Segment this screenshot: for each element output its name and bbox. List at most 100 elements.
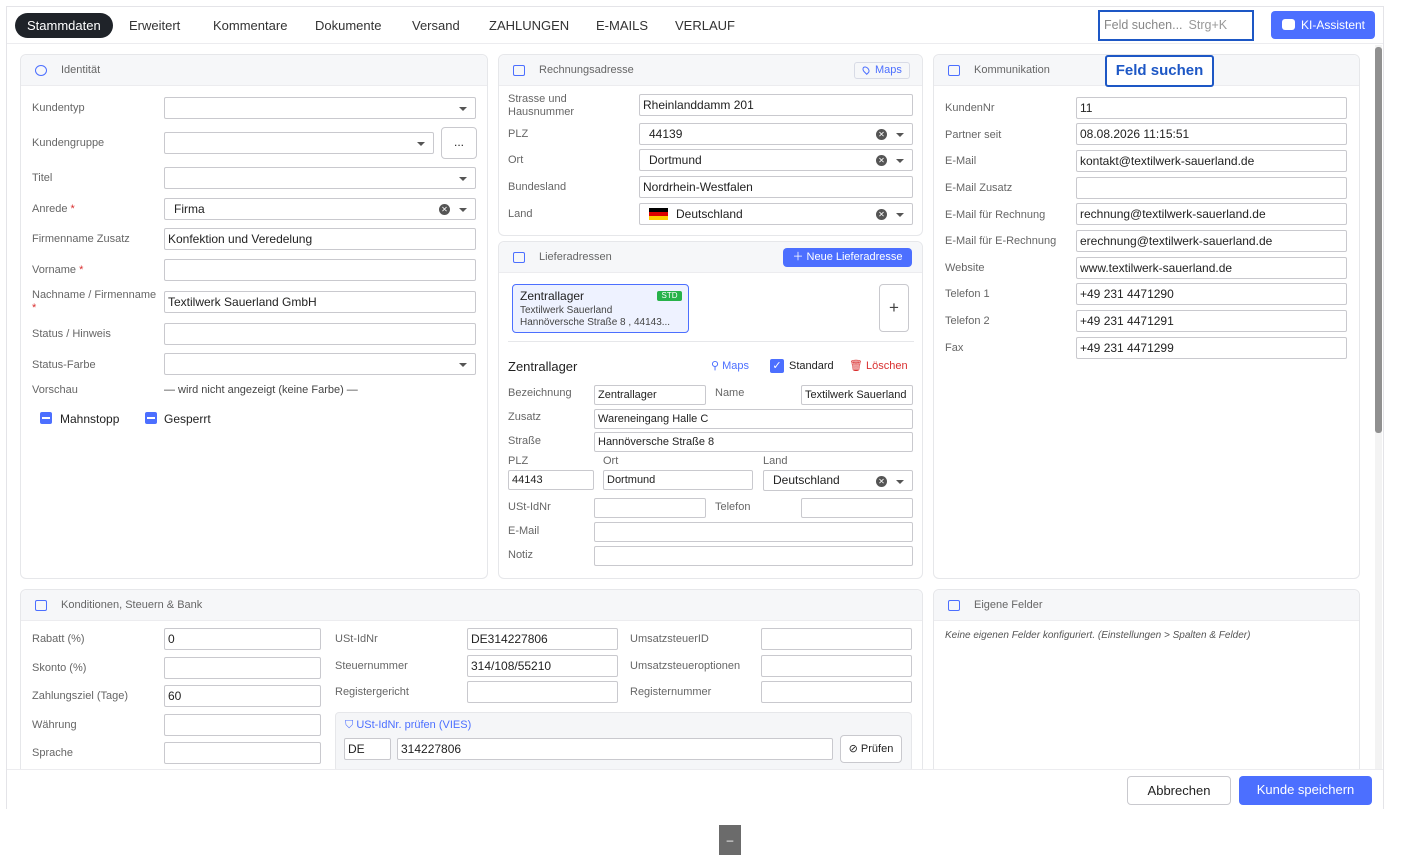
tab-versand[interactable]: Versand: [400, 13, 472, 38]
status-farbe-select[interactable]: [164, 353, 476, 375]
chevron-down-icon: [896, 159, 904, 163]
mail-icon: [948, 65, 960, 76]
status-hinweis-label: Status / Hinweis: [32, 328, 111, 340]
kundentyp-label: Kundentyp: [32, 102, 85, 114]
sprache-input[interactable]: [164, 742, 321, 764]
telefon1-input[interactable]: +49 231 4471290: [1076, 283, 1347, 305]
vies-title-text: USt-IdNr. prüfen (VIES): [356, 719, 472, 731]
clear-icon[interactable]: ✕: [876, 209, 887, 220]
firmenname-zusatz-input[interactable]: Konfektion und Veredelung: [164, 228, 476, 250]
zusatz-input[interactable]: Wareneingang Halle C: [594, 409, 913, 429]
minimized-handle[interactable]: –: [719, 825, 741, 855]
vies-check-button[interactable]: ⊘ Prüfen: [840, 735, 902, 763]
waehrung-input[interactable]: [164, 714, 321, 736]
billing-strasse-input[interactable]: Rheinlanddamm 201: [639, 94, 913, 116]
delivery-strasse-input[interactable]: Hannöversche Straße 8: [594, 432, 913, 452]
scrollbar[interactable]: [1375, 45, 1382, 770]
bundesland-input[interactable]: Nordrhein-Westfalen: [639, 176, 913, 198]
tab-erweitert[interactable]: Erweitert: [117, 13, 192, 38]
name-label: Name: [715, 387, 745, 399]
delivery-maps-link[interactable]: ⚲ Maps: [711, 359, 749, 372]
delivery-notiz-input[interactable]: [594, 546, 913, 566]
billing-plz-label: PLZ: [508, 128, 529, 140]
umsatzsteueroptionen-input[interactable]: [761, 655, 912, 677]
tab-kommentare[interactable]: Kommentare: [201, 13, 299, 38]
strasse-label: Straße: [508, 435, 542, 447]
clear-icon[interactable]: ✕: [876, 155, 887, 166]
telefon2-input[interactable]: +49 231 4471291: [1076, 310, 1347, 332]
vies-number-input[interactable]: 314227806: [397, 738, 833, 760]
telefon1-label: Telefon 1: [945, 288, 990, 300]
cancel-button[interactable]: Abbrechen: [1127, 776, 1231, 805]
save-customer-button[interactable]: Kunde speichern: [1239, 776, 1372, 805]
umsatzsteuerid-input[interactable]: [761, 628, 912, 650]
clear-icon[interactable]: ✕: [876, 476, 887, 487]
titel-label: Titel: [32, 172, 53, 184]
kundengruppe-more-button[interactable]: ...: [441, 127, 477, 159]
new-delivery-address-button[interactable]: ＋ Neue Lieferadresse: [783, 248, 912, 267]
anrede-select[interactable]: Firma ✕: [164, 198, 476, 220]
tab-verlauf[interactable]: VERLAUF: [663, 13, 747, 38]
zahlungsziel-label: Zahlungsziel (Tage): [32, 690, 128, 702]
anrede-label: Anrede *: [32, 203, 75, 216]
delivery-email-input[interactable]: [594, 522, 913, 542]
email-zusatz-input[interactable]: [1076, 177, 1347, 199]
partner-seit-input[interactable]: 08.08.2026 11:15:51: [1076, 123, 1347, 145]
kundennr-input[interactable]: 11: [1076, 97, 1347, 119]
field-search-input[interactable]: Feld suchen... Strg+K: [1098, 10, 1254, 41]
registergericht-input[interactable]: [467, 681, 618, 703]
titel-select[interactable]: [164, 167, 476, 189]
zahlungsziel-input[interactable]: 60: [164, 685, 321, 707]
bezeichnung-input[interactable]: Zentrallager: [594, 385, 706, 405]
nachname-input[interactable]: Textilwerk Sauerland GmbH: [164, 291, 476, 313]
delivery-land-label: Land: [763, 455, 788, 467]
chevron-down-icon: [459, 363, 467, 367]
kundentyp-select[interactable]: [164, 97, 476, 119]
skonto-input[interactable]: [164, 657, 321, 679]
ki-assistant-label: KI-Assistent: [1301, 18, 1366, 32]
ust-input[interactable]: DE314227806: [467, 628, 618, 650]
tab-zahlungen[interactable]: ZAHLUNGEN: [477, 13, 581, 38]
clear-icon[interactable]: ✕: [439, 204, 450, 215]
status-hinweis-input[interactable]: [164, 323, 476, 345]
add-delivery-address-button[interactable]: +: [879, 284, 909, 332]
email-rechnung-input[interactable]: rechnung@textilwerk-sauerland.de: [1076, 203, 1347, 225]
billing-land-select[interactable]: Deutschland ✕: [639, 203, 913, 225]
delivery-land-select[interactable]: Deutschland ✕: [763, 470, 913, 491]
delivery-address-card[interactable]: Zentrallager STD Textilwerk Sauerland Ha…: [512, 284, 689, 333]
registernummer-input[interactable]: [761, 681, 912, 703]
tab-dokumente[interactable]: Dokumente: [303, 13, 393, 38]
shield-icon: ⛉: [345, 719, 357, 731]
delivery-ort-input[interactable]: Dortmund: [603, 470, 753, 490]
clear-icon[interactable]: ✕: [876, 129, 887, 140]
required-mark: *: [79, 264, 84, 276]
card-line1: Textilwerk Sauerland: [520, 305, 613, 316]
delete-delivery-link[interactable]: 🗑 Löschen: [849, 359, 908, 372]
standard-checkbox[interactable]: ✓: [770, 359, 784, 373]
mahnstopp-checkbox[interactable]: [40, 412, 52, 424]
email-erechnung-input[interactable]: erechnung@textilwerk-sauerland.de: [1076, 230, 1347, 252]
delivery-plz-input[interactable]: 44143: [508, 470, 594, 490]
tab-emails[interactable]: E-MAILS: [584, 13, 660, 38]
chevron-down-icon: [417, 142, 425, 146]
fax-input[interactable]: +49 231 4471299: [1076, 337, 1347, 359]
name-input[interactable]: Textilwerk Sauerland: [801, 385, 913, 405]
ki-assistant-button[interactable]: KI-Assistent: [1271, 11, 1375, 39]
billing-maps-button[interactable]: Maps: [854, 62, 910, 79]
website-input[interactable]: www.textilwerk-sauerland.de: [1076, 257, 1347, 279]
billing-plz-select[interactable]: 44139 ✕: [639, 123, 913, 145]
kundengruppe-select[interactable]: [164, 132, 434, 154]
vorname-input[interactable]: [164, 259, 476, 281]
website-label: Website: [945, 262, 985, 274]
scrollbar-thumb[interactable]: [1375, 47, 1382, 433]
vies-country-input[interactable]: DE: [344, 738, 391, 760]
delivery-ust-input[interactable]: [594, 498, 706, 518]
steuernummer-input[interactable]: 314/108/55210: [467, 655, 618, 677]
delivery-telefon-input[interactable]: [801, 498, 913, 518]
tab-stammdaten[interactable]: Stammdaten: [15, 13, 113, 38]
rabatt-input[interactable]: 0: [164, 628, 321, 650]
custom-fields-title: Eigene Felder: [974, 599, 1043, 611]
billing-ort-select[interactable]: Dortmund ✕: [639, 149, 913, 171]
email-input[interactable]: kontakt@textilwerk-sauerland.de: [1076, 150, 1347, 172]
gesperrt-checkbox[interactable]: [145, 412, 157, 424]
